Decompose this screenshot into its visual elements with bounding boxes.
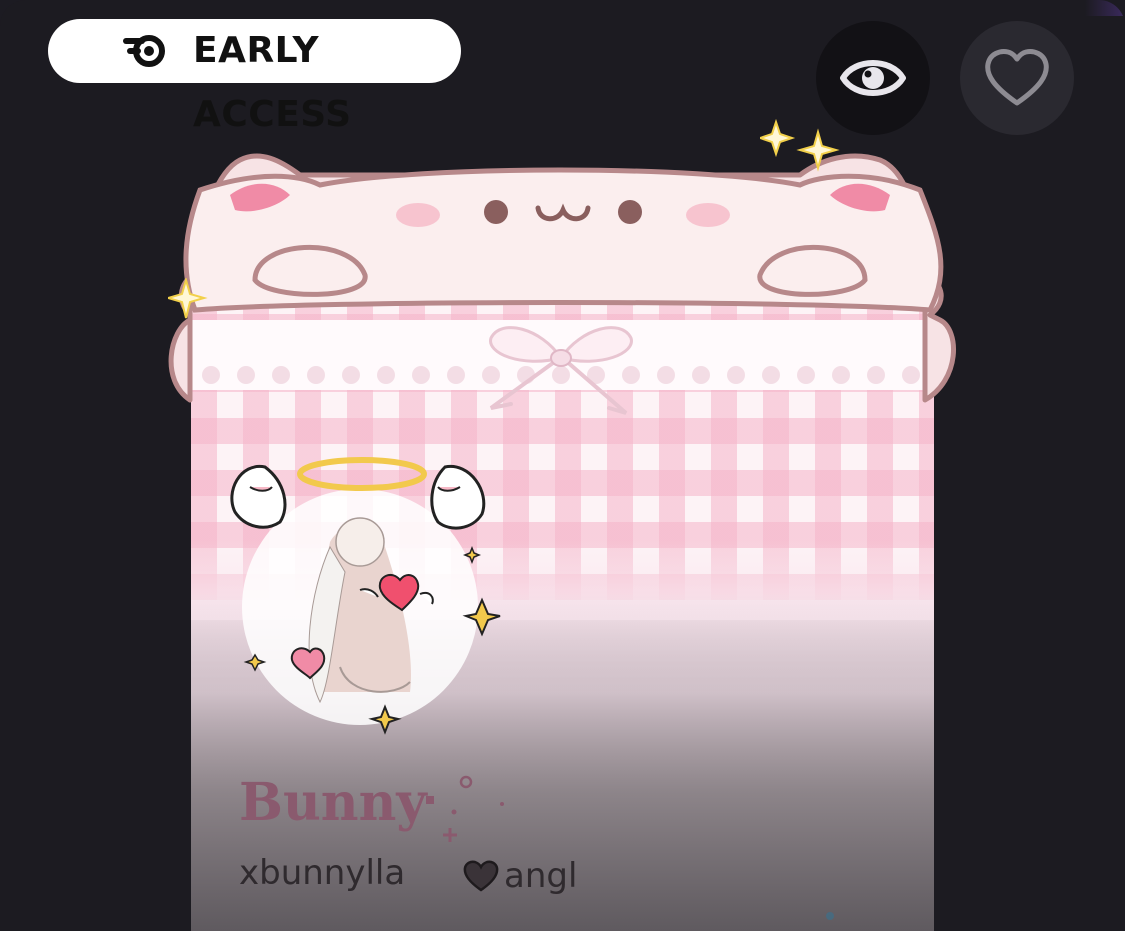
avatar[interactable] [220, 452, 510, 737]
profile-frame: EARLY ACCESS Bunny xbunnylla angl [0, 0, 1125, 931]
scroll-indicator [826, 912, 834, 920]
display-name: Bunny [239, 772, 427, 833]
sparkle-icon [168, 278, 208, 319]
early-access-logo-icon [123, 35, 165, 67]
early-access-badge: EARLY ACCESS [48, 19, 461, 135]
cat-frame-decoration [168, 153, 956, 403]
heart-icon [463, 860, 499, 892]
corner-accent [1085, 0, 1125, 16]
eye-icon [840, 60, 906, 96]
pronoun-tag: angl [462, 856, 577, 896]
sparkle-icon [760, 118, 840, 172]
early-access-label: EARLY ACCESS [193, 30, 352, 135]
heart-outline-icon [985, 49, 1049, 106]
dot-sparkle-decoration [426, 775, 504, 842]
username: xbunnylla [239, 853, 406, 893]
pronoun-label: angl [504, 856, 578, 896]
like-button[interactable] [960, 21, 1074, 135]
